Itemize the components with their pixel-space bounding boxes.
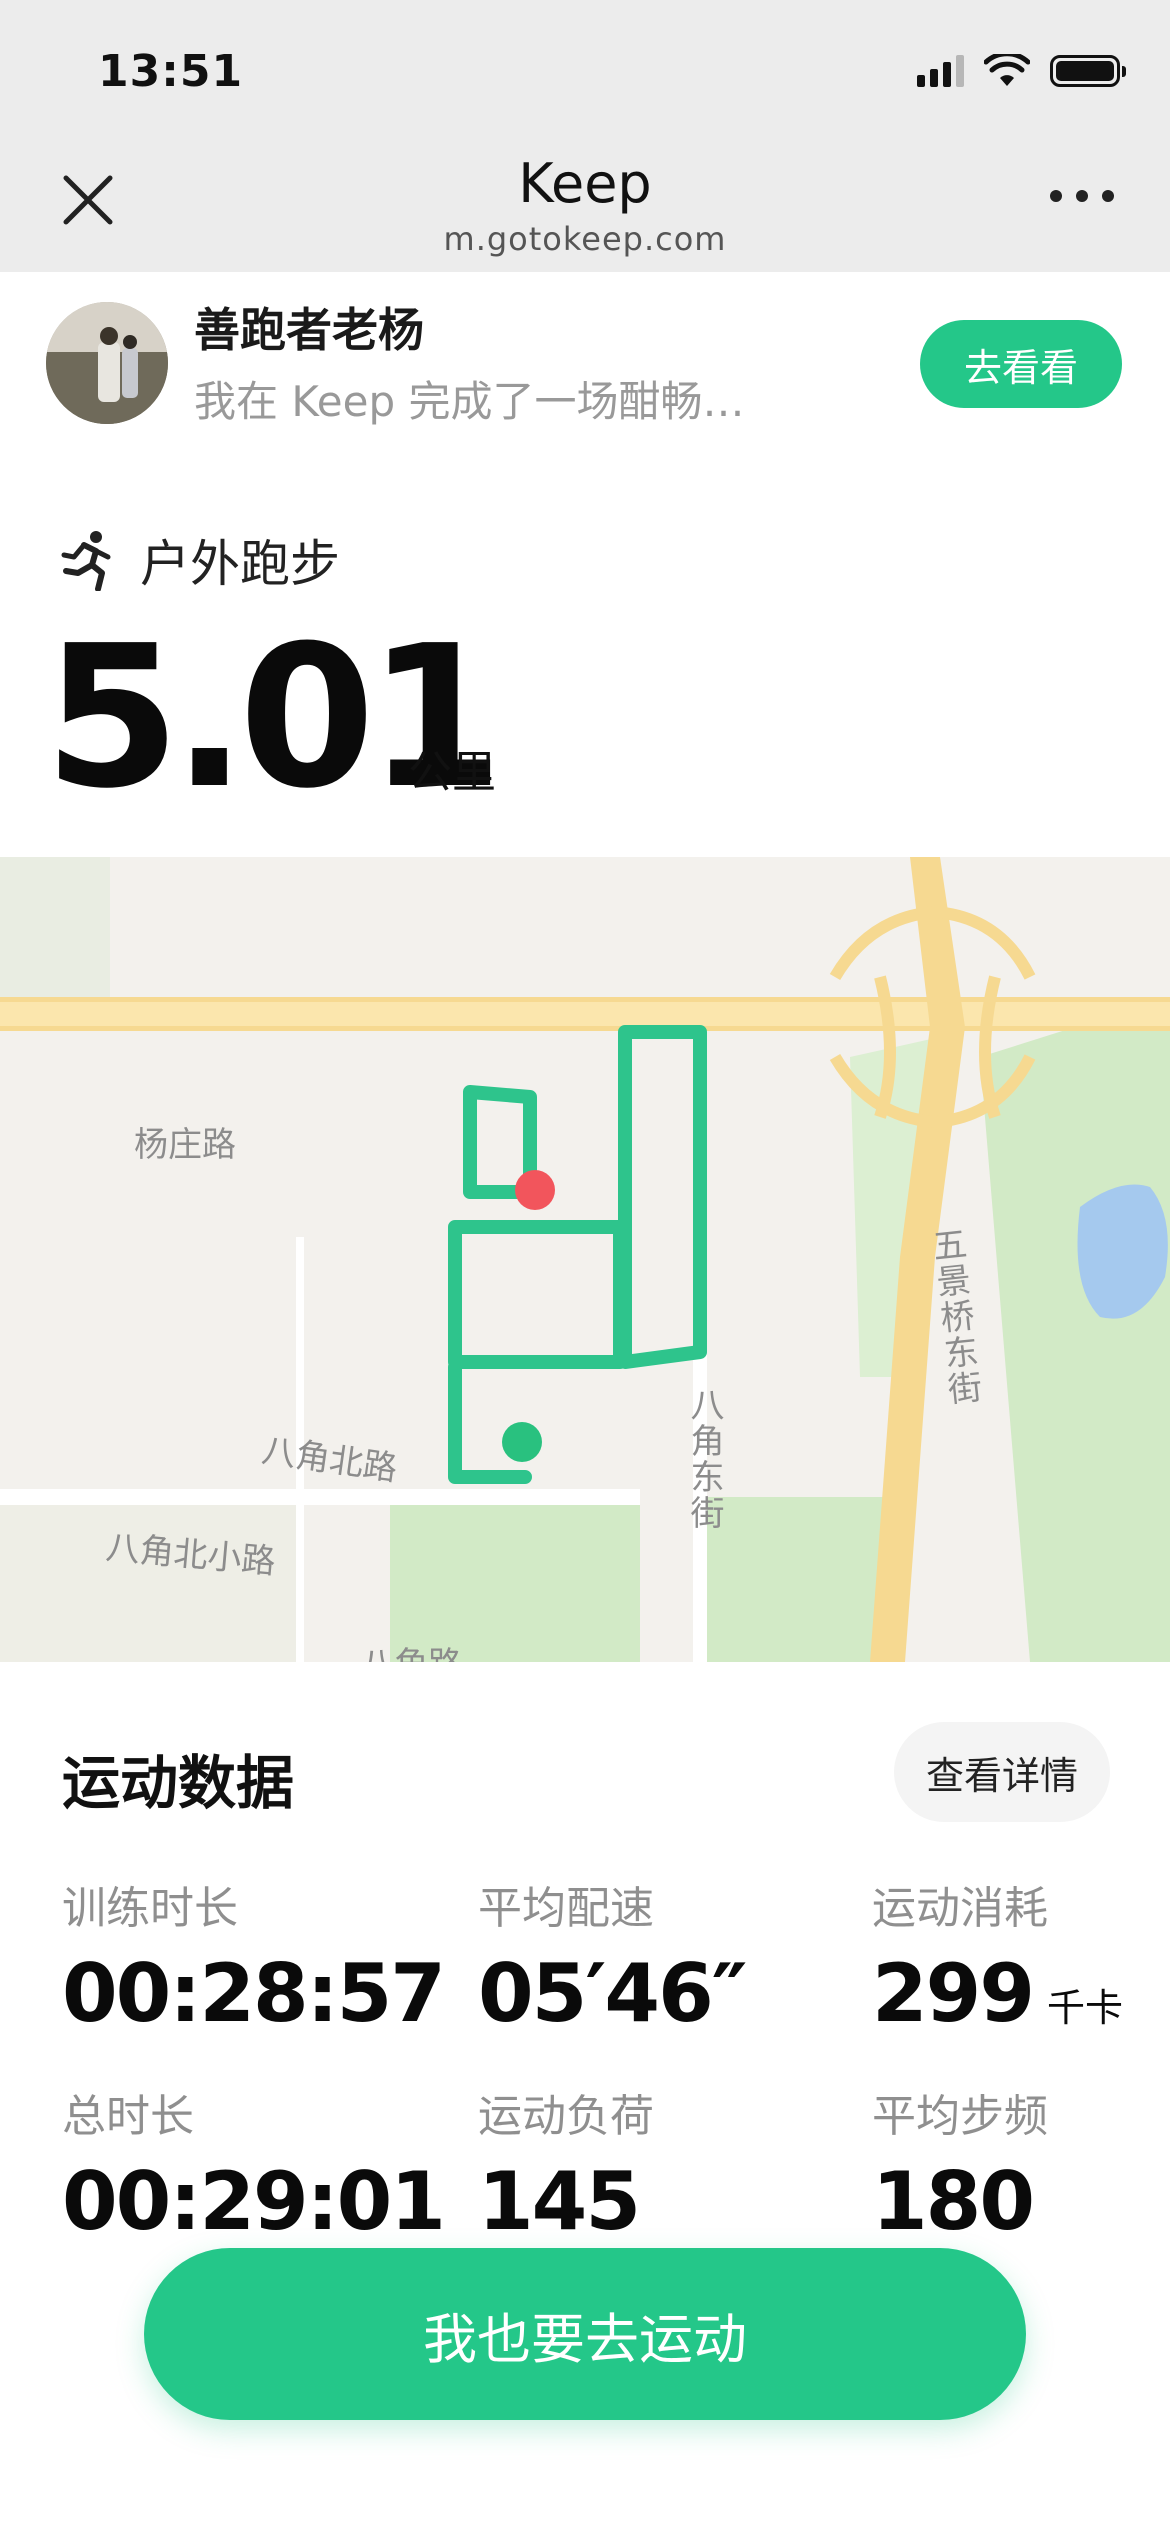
stat-value-row: 299 千卡 (872, 1954, 1123, 2034)
stat-label: 平均步频 (872, 2091, 1048, 2142)
view-details-button[interactable]: 查看详情 (894, 1722, 1110, 1822)
status-icons (917, 54, 1126, 88)
stat-label: 运动负荷 (478, 2091, 654, 2142)
stat-calories: 运动消耗 299 千卡 (872, 1872, 1123, 2034)
username: 善跑者老杨 (194, 303, 424, 357)
stat-unit: 千卡 (1047, 1986, 1124, 2030)
map-label: 八角路 (360, 1637, 462, 1662)
stat-value: 00:28:57 (62, 1947, 446, 2040)
battery-icon (1050, 55, 1126, 87)
more-icon[interactable] (1050, 190, 1114, 202)
activity-type: 户外跑步 (58, 524, 340, 596)
route-map[interactable]: 杨庄路 八角北路 八角北小路 八角东街 五景桥东街 八角路 (0, 857, 1170, 1662)
start-marker-icon (502, 1422, 542, 1462)
stat-total-duration: 总时长 00:29:01 (62, 2080, 446, 2248)
page-url: m.gotokeep.com (443, 220, 727, 258)
page-title: Keep (518, 152, 652, 215)
stat-value: 145 (478, 2155, 641, 2248)
distance-unit: 公里 (408, 747, 496, 798)
end-marker-icon (515, 1170, 555, 1210)
running-icon (61, 531, 111, 591)
wifi-icon (984, 54, 1030, 86)
stat-label: 训练时长 (62, 1883, 238, 1934)
activity-type-label: 户外跑步 (140, 535, 340, 593)
stat-average-pace: 平均配速 05′46″ (478, 1872, 747, 2040)
stat-label: 运动消耗 (872, 1883, 1048, 1934)
share-description: 我在 Keep 完成了一场酣畅… (194, 377, 745, 426)
stats-title: 运动数据 (62, 1749, 295, 1817)
share-header: 善跑者老杨 我在 Keep 完成了一场酣畅… 去看看 (0, 272, 1170, 442)
stat-label: 平均配速 (478, 1883, 654, 1934)
stat-average-cadence: 平均步频 180 (872, 2080, 1048, 2242)
stat-training-duration: 训练时长 00:28:57 (62, 1872, 446, 2040)
stat-value: 180 (872, 2155, 1035, 2248)
status-time: 13:51 (98, 46, 244, 97)
avatar[interactable] (46, 302, 168, 424)
browser-header: 13:51 Keep m.gotokeep.com (0, 0, 1170, 272)
stat-value: 00:29:01 (62, 2155, 446, 2248)
map-label: 杨庄路 (134, 1125, 236, 1165)
cellular-signal-icon (917, 55, 964, 87)
stat-training-load: 运动负荷 145 (478, 2080, 654, 2242)
stat-value: 05′46″ (478, 1947, 747, 2040)
view-button[interactable]: 去看看 (920, 320, 1122, 408)
start-workout-button[interactable]: 我也要去运动 (144, 2248, 1026, 2420)
stat-value: 299 (872, 1947, 1035, 2040)
stat-label: 总时长 (62, 2091, 194, 2142)
map-label: 八角东街 (684, 1387, 724, 1531)
